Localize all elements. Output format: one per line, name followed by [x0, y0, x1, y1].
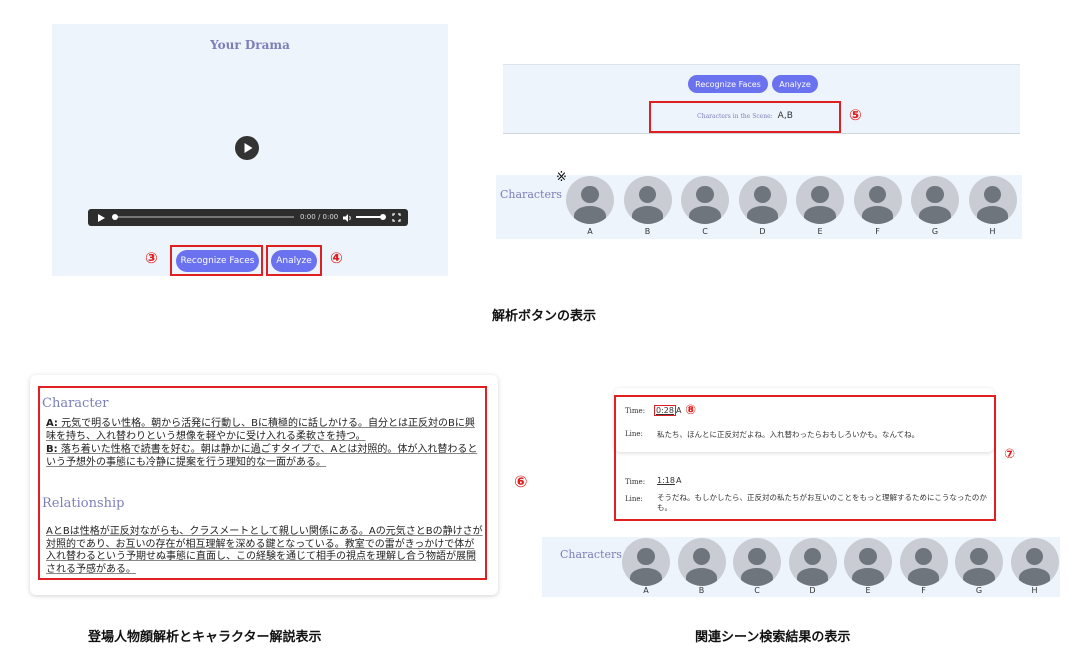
person-icon: [803, 547, 822, 565]
result2-time-link[interactable]: 1:18: [657, 476, 675, 485]
char-b-text: 落ち着いた性格で読書を好む。朝は静かに過ごすタイプで、Aとは対照的。体が入れ替わ…: [46, 444, 478, 468]
relationship-desc: AとBは性格が正反対ながらも、クラスメートとして親しい関係にある。Aの元気さとB…: [46, 526, 483, 575]
recognize-faces-button[interactable]: Recognize Faces: [688, 75, 768, 93]
char-a-text: 元気で明るい性格。朝から活発に行動し、Bに積極的に話しかける。自分とは正反対のB…: [46, 418, 475, 442]
person-icon: [868, 185, 887, 203]
character-b-desc: B: 落ち着いた性格で読書を好む。朝は静かに過ごすタイプで、Aとは対照的。体が入…: [46, 444, 483, 469]
avatar-label: E: [865, 586, 871, 595]
play-icon: [244, 143, 253, 153]
person-icon: [581, 185, 599, 203]
person-icon: [926, 185, 944, 203]
result1-time-label: Time:: [625, 407, 646, 415]
avatar-c[interactable]: [681, 176, 729, 224]
recognize-faces-button[interactable]: Recognize Faces: [176, 250, 259, 272]
avatar-label: F: [921, 586, 926, 595]
avatar-b[interactable]: [677, 538, 726, 586]
analyze-button[interactable]: Analyze: [271, 250, 317, 272]
person-icon: [748, 547, 766, 565]
avatar-label: E: [817, 227, 823, 236]
person-icon: [983, 185, 1002, 203]
callout-7: ⑦: [1004, 447, 1016, 462]
caption-scene-search: 関連シーン検索結果の表示: [695, 630, 851, 645]
avatar-b[interactable]: [623, 176, 672, 224]
callout-3: ③: [145, 249, 158, 267]
avatar-label: B: [698, 586, 705, 595]
avatar-g[interactable]: [911, 176, 959, 224]
person-icon: [914, 547, 933, 565]
analyze-button[interactable]: Analyze: [772, 75, 818, 93]
avatar-f[interactable]: [899, 538, 948, 586]
volume-slider[interactable]: [356, 214, 386, 220]
time-readout: 0:00 / 0:00: [300, 213, 339, 221]
drama-title: Your Drama: [210, 38, 290, 52]
avatar-e[interactable]: [844, 538, 892, 586]
avatar-label: G: [931, 227, 939, 236]
avatar-label: B: [644, 227, 651, 236]
char-b-label: B:: [46, 444, 58, 455]
callout-6: ⑥: [514, 472, 528, 491]
avatar-label: D: [809, 586, 816, 595]
result1-line-label: Line:: [625, 430, 643, 438]
callout-4: ④: [330, 249, 343, 267]
avatar-a[interactable]: [622, 538, 670, 586]
avatar-h[interactable]: [1010, 538, 1059, 586]
characters-title: Characters: [500, 188, 562, 201]
avatar-label: H: [1031, 586, 1038, 595]
avatar-label: C: [754, 586, 760, 595]
char-a-label: A:: [46, 418, 58, 429]
person-icon: [811, 185, 829, 203]
fullscreen-icon[interactable]: [392, 213, 401, 222]
avatar-e[interactable]: [796, 176, 844, 224]
video-controls: 0:00 / 0:00: [88, 209, 408, 226]
avatar-f[interactable]: [853, 176, 902, 224]
progress-bar[interactable]: [112, 214, 294, 220]
person-icon: [1025, 547, 1044, 565]
result2-time-label: Time:: [625, 478, 646, 486]
avatar-label: C: [702, 227, 708, 236]
result1-line: 私たち、ほんとに正反対だよね。入れ替わったらおもしろいかも。なんてね。: [657, 430, 920, 439]
caption-character-analysis: 登場人物顔解析とキャラクター解説表示: [88, 630, 322, 645]
avatar-c[interactable]: [733, 538, 781, 586]
person-icon: [696, 185, 714, 203]
note-mark: ※: [556, 170, 567, 185]
volume-icon[interactable]: [342, 213, 352, 223]
avatar-label: D: [759, 227, 766, 236]
play-button[interactable]: [235, 136, 259, 160]
avatar-h[interactable]: [968, 176, 1017, 224]
avatar-label: H: [989, 227, 996, 236]
result1-character: A: [676, 406, 682, 415]
result2-line: そうだね。もしかしたら、正反対の私たちがお互いのことをもっと理解するためにこうな…: [657, 493, 987, 512]
avatar-g[interactable]: [955, 538, 1003, 586]
scene-value: A,B: [777, 111, 793, 121]
avatar-a[interactable]: [566, 176, 614, 224]
avatar-label: A: [643, 586, 649, 595]
avatar-d[interactable]: [788, 538, 837, 586]
person-icon: [859, 547, 877, 565]
avatar-label: G: [975, 586, 983, 595]
avatar-d[interactable]: [738, 176, 787, 224]
person-icon: [753, 185, 772, 203]
character-heading: Character: [42, 396, 109, 411]
caption-analyze-buttons: 解析ボタンの表示: [491, 309, 596, 324]
result2-line-label: Line:: [625, 495, 643, 503]
callout-5: ⑤: [849, 106, 862, 124]
scene-label: Characters in the Scene:: [697, 113, 773, 120]
character-a-desc: A: 元気で明るい性格。朝から活発に行動し、Bに積極的に話しかける。自分とは正反…: [46, 418, 483, 443]
result1-time-link[interactable]: 0:28: [654, 405, 676, 416]
person-icon: [637, 547, 655, 565]
person-icon: [692, 547, 711, 565]
play-icon[interactable]: [96, 213, 106, 223]
video-panel: Your Drama 0:00 / 0:00: [52, 24, 448, 276]
callout-8: ⑧: [685, 403, 697, 418]
person-icon: [638, 185, 657, 203]
scene-characters: Characters in the Scene: A,B: [654, 111, 836, 121]
avatar-label: A: [587, 227, 593, 236]
relationship-heading: Relationship: [42, 496, 125, 511]
person-icon: [970, 547, 988, 565]
characters-title: Characters: [560, 548, 622, 561]
result2-character: A: [676, 476, 682, 485]
avatar-label: F: [875, 227, 880, 236]
